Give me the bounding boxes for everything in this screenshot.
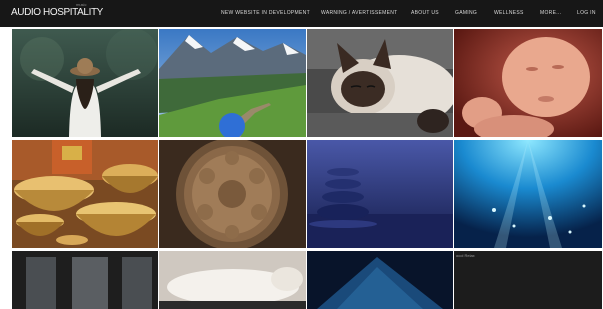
- blue-mesh-image: [307, 251, 453, 309]
- tile-singing-bowls[interactable]: [12, 140, 158, 248]
- nav-item-wellness[interactable]: WELLNESS: [494, 10, 524, 18]
- nav-item-about-us[interactable]: ABOUT US: [411, 10, 439, 18]
- newborn-baby-image: [454, 29, 602, 137]
- top-navigation-bar: AUDIO HOSPITALITY music NEW WEBSITE IN D…: [0, 0, 603, 27]
- tile-newborn-baby[interactable]: [454, 29, 602, 137]
- woman-arms-raised-image: [12, 29, 158, 137]
- tile-underwater-light[interactable]: [454, 140, 602, 248]
- tile-caption: ocol Relax: [456, 253, 475, 258]
- rain-window-image: [12, 251, 158, 309]
- sleeping-cat-image: [307, 29, 453, 137]
- tile-white-cat[interactable]: [159, 251, 306, 309]
- nav-item-warning[interactable]: WARNING / AVERTISSEMENT: [321, 10, 398, 18]
- tile-rain-window[interactable]: [12, 251, 158, 309]
- nav-item-new-website[interactable]: NEW WEBSITE IN DEVELOPMENT: [221, 10, 310, 18]
- white-cat-image: [159, 251, 306, 309]
- site-logo[interactable]: AUDIO HOSPITALITY: [11, 7, 103, 18]
- singing-bowls-image: [12, 140, 158, 248]
- nav-item-gaming[interactable]: GAMING: [455, 10, 477, 18]
- logo-subtitle: music: [76, 2, 87, 7]
- nav-item-more[interactable]: MORE...: [540, 10, 561, 18]
- tile-zen-stones[interactable]: [307, 140, 453, 248]
- media-grid: ocol Relax: [12, 29, 602, 309]
- tile-mountain-valley[interactable]: [159, 29, 306, 137]
- tile-sleeping-cat[interactable]: [307, 29, 453, 137]
- tile-relax-video[interactable]: ocol Relax: [454, 251, 602, 309]
- mountain-valley-image: [159, 29, 306, 137]
- tile-meditation-woman[interactable]: [12, 29, 158, 137]
- handpan-drum-image: [159, 140, 306, 248]
- tile-blue-mesh[interactable]: [307, 251, 453, 309]
- nav-item-login[interactable]: LOG IN: [577, 10, 596, 18]
- underwater-light-image: [454, 140, 602, 248]
- zen-stones-image: [307, 140, 453, 248]
- tile-handpan-drum[interactable]: [159, 140, 306, 248]
